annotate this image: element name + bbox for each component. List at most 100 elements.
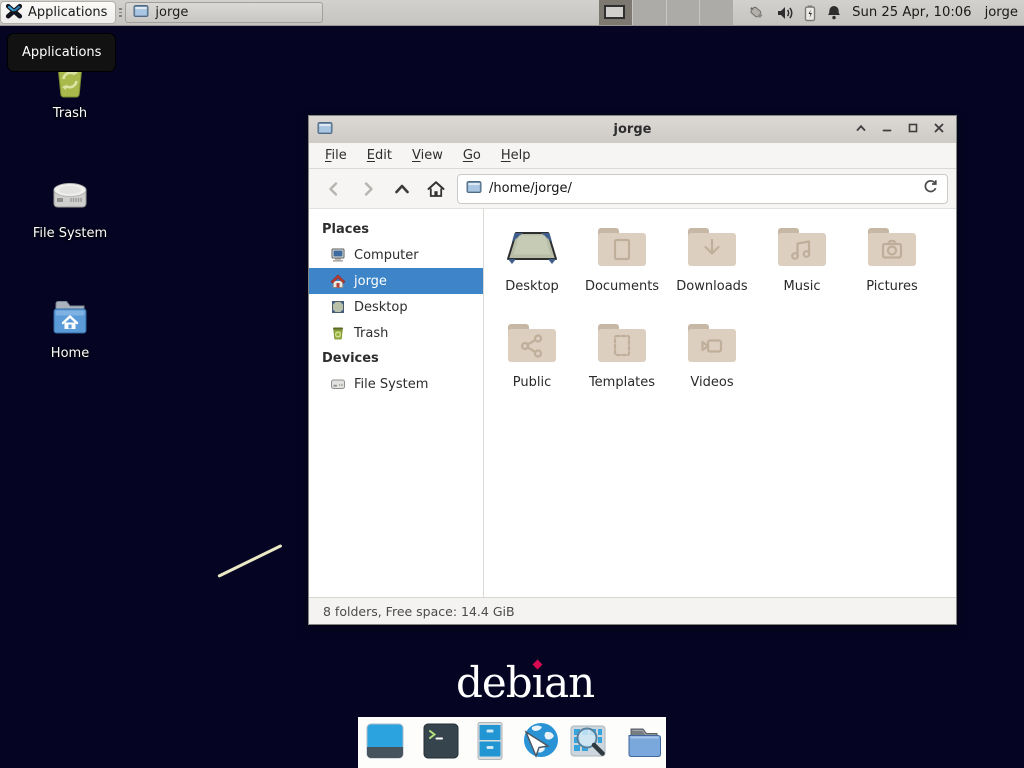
workspace-1[interactable] xyxy=(599,0,632,25)
desktop-special-icon xyxy=(505,223,559,271)
status-bar: 8 folders, Free space: 14.4 GiB xyxy=(309,597,956,624)
file-grid: Desktop Documents Downloads Music Pictur… xyxy=(484,209,956,597)
web-browser-launcher[interactable] xyxy=(518,722,560,764)
sidebar-item-computer[interactable]: Computer xyxy=(309,242,483,268)
network-icon[interactable] xyxy=(747,4,767,22)
desktop-icon-label: File System xyxy=(33,226,107,241)
sidebar-item-file-system[interactable]: File System xyxy=(309,371,483,397)
workspace-3[interactable] xyxy=(666,0,700,25)
directory-menu-launcher[interactable] xyxy=(623,722,665,764)
taskbar-window-button[interactable]: jorge xyxy=(125,2,323,23)
desktop-icon-label: Home xyxy=(51,346,89,361)
file-item-downloads[interactable]: Downloads xyxy=(667,219,757,315)
home-desktop-icon xyxy=(46,293,94,341)
file-item-documents[interactable]: Documents xyxy=(577,219,667,315)
terminal-launcher[interactable] xyxy=(420,722,462,764)
window-titlebar[interactable]: jorge xyxy=(309,116,956,143)
system-tray xyxy=(747,0,842,25)
desktop-icon-file-system[interactable]: File System xyxy=(10,173,130,241)
dock-cabinet-icon xyxy=(469,720,511,766)
folder-music-icon xyxy=(775,223,829,271)
applications-button-label: Applications xyxy=(28,5,107,20)
notifications-icon[interactable] xyxy=(826,4,842,21)
forward-button[interactable] xyxy=(351,174,385,204)
app-finder-launcher[interactable] xyxy=(567,722,609,764)
workspace-2[interactable] xyxy=(632,0,666,25)
sidebar: Places Computer jorge Desktop TrashDevic… xyxy=(309,209,484,597)
status-text: 8 folders, Free space: 14.4 GiB xyxy=(323,604,515,619)
folder-documents-icon xyxy=(595,223,649,271)
applications-tooltip-text: Applications xyxy=(22,45,101,60)
menu-help[interactable]: Help xyxy=(491,145,541,166)
battery-icon[interactable] xyxy=(803,4,817,22)
file-item-label: Desktop xyxy=(505,279,559,294)
panel-handle[interactable] xyxy=(116,0,125,25)
file-item-pictures[interactable]: Pictures xyxy=(847,219,937,315)
sidebar-header-places: Places xyxy=(309,217,483,242)
file-manager-launcher[interactable] xyxy=(469,722,511,764)
folder-mini-icon xyxy=(133,3,149,23)
panel-username[interactable]: jorge xyxy=(985,5,1018,20)
minimize-button[interactable] xyxy=(878,121,896,139)
workspace-pager[interactable] xyxy=(599,0,733,25)
wordmark-i: ı xyxy=(532,658,544,707)
desktop-icon-home[interactable]: Home xyxy=(10,293,130,361)
menu-view[interactable]: View xyxy=(402,145,453,166)
path-bar[interactable]: /home/jorge/ xyxy=(457,174,948,204)
folder-public-icon xyxy=(505,319,559,367)
close-button[interactable] xyxy=(930,121,948,139)
debian-wordmark: debıan xyxy=(456,658,594,707)
menu-go[interactable]: Go xyxy=(453,145,491,166)
up-button[interactable] xyxy=(385,174,419,204)
file-item-music[interactable]: Music xyxy=(757,219,847,315)
maximize-icon xyxy=(905,120,921,140)
folder-pictures-icon xyxy=(865,223,919,271)
file-item-templates[interactable]: Templates xyxy=(577,315,667,411)
file-item-label: Downloads xyxy=(676,279,747,294)
sidebar-header-devices: Devices xyxy=(309,346,483,371)
dock-globe-icon xyxy=(518,720,560,766)
file-item-label: Templates xyxy=(589,375,655,390)
top-panel: Applications jorge Sun 25 Apr, 10:06 jor… xyxy=(0,0,1024,26)
panel-clock[interactable]: Sun 25 Apr, 10:06 xyxy=(852,5,971,20)
file-item-videos[interactable]: Videos xyxy=(667,315,757,411)
desktop-launcher[interactable] xyxy=(364,722,406,764)
file-item-label: Pictures xyxy=(866,279,917,294)
shade-button[interactable] xyxy=(852,121,870,139)
file-item-label: Documents xyxy=(585,279,659,294)
filesystem-desktop-icon xyxy=(46,173,94,221)
applications-tooltip: Applications xyxy=(7,33,116,72)
computer-icon xyxy=(330,247,346,263)
file-item-label: Public xyxy=(513,375,551,390)
home-place-icon xyxy=(330,273,346,289)
sidebar-item-jorge[interactable]: jorge xyxy=(309,268,483,294)
stray-line-artifact xyxy=(217,544,282,578)
dock-terminal-icon xyxy=(420,720,462,766)
workspace-4[interactable] xyxy=(699,0,733,25)
path-text[interactable]: /home/jorge/ xyxy=(489,181,915,196)
folder-videos-icon xyxy=(685,319,739,367)
wordmark-red-dot xyxy=(532,660,542,670)
drive-place-icon xyxy=(330,376,346,392)
path-folder-icon xyxy=(466,179,482,199)
file-manager-window: jorge FileEditViewGoHelp /home/jorge/ Pl… xyxy=(308,115,957,625)
menu-file[interactable]: File xyxy=(315,145,357,166)
sidebar-item-trash[interactable]: Trash xyxy=(309,320,483,346)
dock xyxy=(358,717,666,768)
close-icon xyxy=(931,120,947,140)
menu-edit[interactable]: Edit xyxy=(357,145,402,166)
file-item-label: Videos xyxy=(690,375,733,390)
dock-window-icon xyxy=(364,720,406,766)
file-item-desktop[interactable]: Desktop xyxy=(487,219,577,315)
reload-icon[interactable] xyxy=(922,178,939,199)
back-button[interactable] xyxy=(317,174,351,204)
xfce-logo-icon xyxy=(5,2,23,24)
applications-button[interactable]: Applications xyxy=(0,1,116,24)
desktop-icon-label: Trash xyxy=(53,106,87,121)
sidebar-item-desktop[interactable]: Desktop xyxy=(309,294,483,320)
taskbar-window-label: jorge xyxy=(155,5,188,20)
home-button[interactable] xyxy=(419,174,453,204)
volume-icon[interactable] xyxy=(776,5,794,21)
file-item-public[interactable]: Public xyxy=(487,315,577,411)
maximize-button[interactable] xyxy=(904,121,922,139)
